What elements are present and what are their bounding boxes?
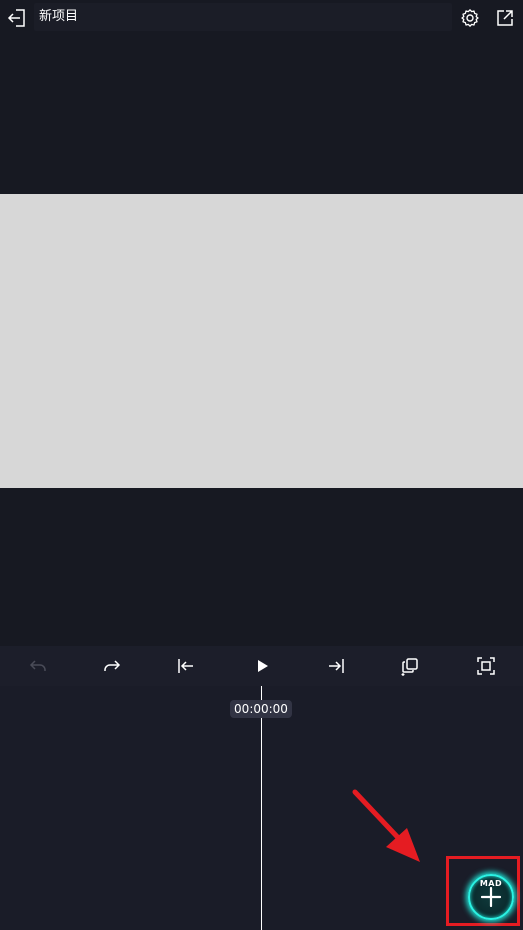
- timecode-label: 00:00:00: [230, 700, 292, 718]
- preview-letterbox-bottom: [0, 488, 523, 646]
- preview-letterbox-top: [0, 37, 523, 194]
- redo-icon[interactable]: [99, 653, 125, 679]
- export-icon[interactable]: [492, 5, 518, 31]
- timeline[interactable]: 00:00:00: [0, 686, 523, 930]
- gear-icon[interactable]: [457, 5, 483, 31]
- playback-controls: [0, 646, 523, 686]
- project-title-field[interactable]: 新项目: [34, 3, 452, 31]
- top-bar: 新项目: [0, 0, 523, 37]
- fullscreen-icon[interactable]: [473, 653, 499, 679]
- preview-canvas[interactable]: [0, 194, 523, 488]
- skip-to-start-icon[interactable]: [173, 653, 199, 679]
- exit-icon[interactable]: [4, 5, 30, 31]
- plus-icon: [481, 887, 501, 907]
- playhead[interactable]: [261, 686, 262, 930]
- skip-to-end-icon[interactable]: [323, 653, 349, 679]
- duplicate-icon[interactable]: [397, 653, 423, 679]
- undo-icon[interactable]: [25, 653, 51, 679]
- video-editor-app: 新项目 00:00:00 MAD: [0, 0, 523, 930]
- add-media-button[interactable]: MAD: [468, 874, 514, 920]
- project-title: 新项目: [39, 9, 79, 24]
- play-icon[interactable]: [249, 653, 275, 679]
